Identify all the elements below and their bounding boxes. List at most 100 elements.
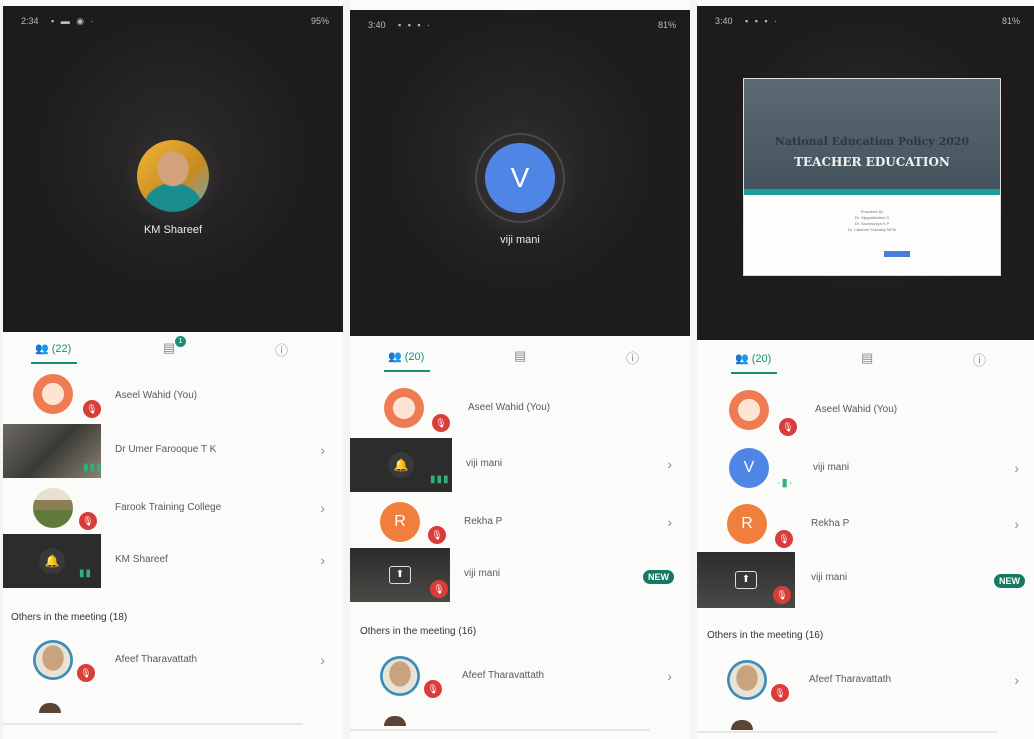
people-icon: 👥 [735, 353, 749, 365]
main-video-area[interactable]: 3:40 ▪ ▪ ▪ · 81% National Education Poli… [697, 6, 1034, 340]
present-screen-icon: ⬆ [389, 566, 411, 584]
participant-row[interactable]: 🔔 ▮▮ KM Shareef › [3, 534, 343, 588]
mic-off-icon: 🎙 [775, 530, 793, 548]
chevron-right-icon[interactable]: › [320, 652, 325, 668]
tab-people[interactable]: 👥 (20) [731, 352, 777, 374]
bell-icon: 🔔 [39, 548, 65, 574]
participant-row[interactable]: V ·▮· viji mani › [697, 442, 1034, 496]
avatar [384, 388, 424, 428]
participant-video-tile: 🔔 [3, 534, 101, 588]
participant-row[interactable]: 🔔 ▮▮▮ viji mani › [350, 438, 690, 492]
mic-off-icon: 🎙 [83, 400, 101, 418]
participant-name: Aseel Wahid (You) [115, 390, 198, 401]
avatar: V [729, 448, 769, 488]
divider [350, 729, 650, 731]
meeting-tabs: 👥 (20) ▤ ⓘ [697, 342, 1034, 376]
speaker-name: viji mani [500, 234, 540, 246]
slide-header-band [744, 79, 1000, 189]
participant-name: Farook Training College [115, 502, 222, 513]
participant-name: viji mani [811, 572, 848, 583]
participant-row[interactable]: 🎙 Aseel Wahid (You) [697, 384, 1034, 438]
participant-row[interactable]: 🎙 Farook Training College › [3, 482, 343, 536]
tab-chat[interactable]: ▤ [514, 348, 526, 364]
chevron-right-icon[interactable]: › [320, 500, 325, 516]
audio-level-icon: ·▮· [777, 477, 794, 489]
status-bar: 2:34 ▪ ▬ ◉ · 95% [13, 14, 333, 28]
chevron-right-icon[interactable]: › [1014, 672, 1019, 688]
mic-off-icon: 🎙 [773, 586, 791, 604]
avatar [729, 390, 769, 430]
chevron-right-icon[interactable]: › [320, 442, 325, 458]
participant-row[interactable]: 🎙 Afeef Tharavattath › [697, 654, 1034, 708]
bell-icon: 🔔 [388, 452, 414, 478]
tab-info[interactable]: ⓘ [275, 340, 288, 359]
participant-name: Afeef Tharavattath [809, 674, 892, 685]
participant-row[interactable]: ▮▮▮ Dr Umer Farooque T K › [3, 424, 343, 478]
battery-level: 81% [1001, 16, 1020, 26]
tab-people[interactable]: 👥 (22) [31, 342, 77, 364]
tab-chat[interactable]: ▤ 1 [163, 336, 186, 356]
tab-info[interactable]: ⓘ [626, 348, 639, 367]
tab-people[interactable]: 👥 (20) [384, 350, 430, 372]
people-icon: 👥 [388, 351, 402, 363]
participant-name: viji mani [464, 568, 501, 579]
others-section-label: Others in the meeting (18) [11, 612, 128, 623]
avatar-letter: V [510, 162, 530, 193]
chevron-right-icon[interactable]: › [1014, 460, 1019, 476]
participant-row[interactable]: R 🎙 Rekha P › [350, 496, 690, 550]
people-count: (20) [751, 353, 772, 365]
battery-level: 81% [657, 20, 676, 30]
participant-name: Afeef Tharavattath [115, 654, 198, 665]
info-icon: ⓘ [626, 351, 640, 366]
battery-level: 95% [310, 16, 329, 26]
others-section-label: Others in the meeting (16) [707, 630, 824, 641]
info-icon: ⓘ [275, 343, 289, 358]
participant-row[interactable]: ⬆ 🎙 viji mani NEW [350, 548, 690, 602]
avatar-letter: R [394, 513, 406, 530]
info-icon: ⓘ [973, 353, 987, 368]
present-screen-icon: ⬆ [735, 571, 757, 589]
main-video-area[interactable]: 3:40 ▪ ▪ ▪ · 81% V viji mani [350, 10, 690, 336]
status-bar: 3:40 ▪ ▪ ▪ · 81% [360, 18, 680, 32]
slide-credits: Prepared By Dr. Vijayalakshmi S Dr. Siva… [744, 209, 1000, 233]
speaker-avatar [137, 140, 209, 212]
meeting-screen-3: 3:40 ▪ ▪ ▪ · 81% National Education Poli… [697, 0, 1034, 739]
speaker-halo: V [460, 118, 580, 238]
participant-row[interactable]: 🎙 Afeef Tharavattath › [350, 650, 690, 704]
participant-name: Aseel Wahid (You) [815, 404, 898, 415]
active-tab-indicator [384, 370, 430, 372]
mic-off-icon: 🎙 [424, 680, 442, 698]
avatar-letter: V [743, 459, 755, 476]
avatar-letter: R [741, 515, 753, 532]
people-count: (22) [51, 343, 72, 355]
chat-icon: ▤ [163, 340, 176, 355]
participant-row[interactable]: 🎙 Aseel Wahid (You) [3, 370, 343, 424]
avatar: R [727, 504, 767, 544]
chevron-right-icon[interactable]: › [667, 514, 672, 530]
chevron-right-icon[interactable]: › [667, 456, 672, 472]
avatar [380, 656, 420, 696]
mic-off-icon: 🎙 [430, 580, 448, 598]
tab-chat[interactable]: ▤ [861, 350, 873, 366]
mic-off-icon: 🎙 [79, 512, 97, 530]
avatar [33, 640, 73, 680]
participant-name: Rekha P [811, 518, 850, 529]
participant-name: viji mani [466, 458, 503, 469]
chevron-right-icon[interactable]: › [320, 552, 325, 568]
participant-row[interactable]: 🎙 Afeef Tharavattath › [3, 634, 343, 688]
tab-info[interactable]: ⓘ [973, 350, 986, 369]
main-video-area[interactable]: 2:34 ▪ ▬ ◉ · 95% KM Shareef [3, 6, 343, 332]
status-bar: 3:40 ▪ ▪ ▪ · 81% [707, 14, 1024, 28]
others-section-label: Others in the meeting (16) [360, 626, 477, 637]
speaker-halo [123, 126, 223, 226]
status-time: 3:40 [715, 16, 733, 26]
participant-row[interactable]: R 🎙 Rekha P › [697, 498, 1034, 552]
participant-row[interactable]: ⬆ 🎙 viji mani NEW [697, 552, 1034, 608]
presentation-slide: National Education Policy 2020 TEACHER E… [743, 78, 1001, 276]
slide-accent-bar [744, 189, 1000, 195]
audio-level-icon: ▮▮▮ [83, 462, 103, 473]
participant-row[interactable]: 🎙 Aseel Wahid (You) [350, 382, 690, 436]
chevron-right-icon[interactable]: › [1014, 516, 1019, 532]
notification-icons: ▪ ▪ ▪ · [398, 20, 433, 30]
chevron-right-icon[interactable]: › [667, 668, 672, 684]
